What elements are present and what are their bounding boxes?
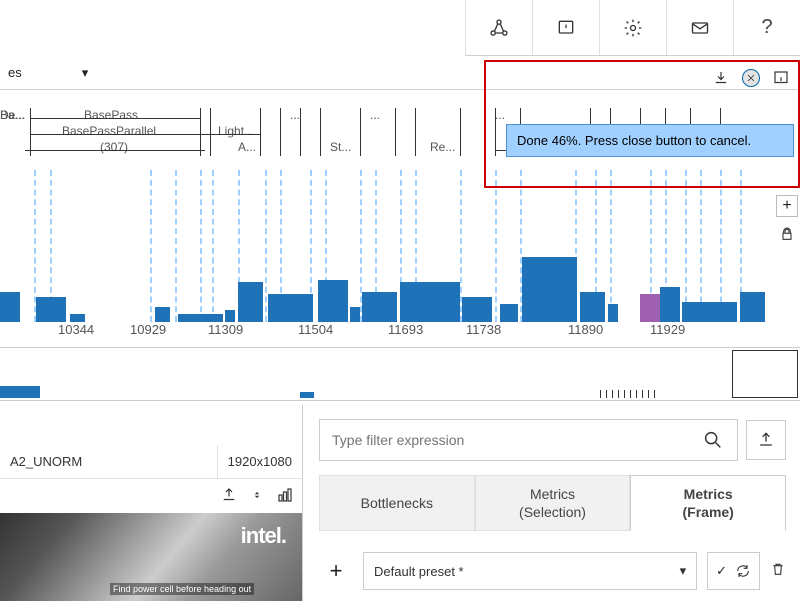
intel-logo: intel. — [241, 523, 286, 549]
help-button[interactable]: ? — [733, 0, 800, 55]
lock-icon — [779, 226, 795, 242]
overview-strip[interactable] — [0, 347, 800, 401]
feedback-button[interactable] — [532, 0, 599, 55]
mail-button[interactable] — [666, 0, 733, 55]
tab-metrics-selection[interactable]: Metrics (Selection) — [475, 475, 631, 531]
axis-tick: 11890 — [568, 322, 603, 337]
graph-tool-button[interactable] — [465, 0, 532, 55]
add-preset-button[interactable]: + — [319, 554, 353, 588]
close-icon — [742, 69, 760, 87]
chevron-down-icon: ▾ — [82, 65, 89, 81]
refresh-icon[interactable] — [735, 563, 751, 579]
preset-label: Default preset * — [374, 564, 464, 579]
axis-tick: 10929 — [130, 322, 166, 337]
resource-panel: A2_UNORM 1920x1080 intel. Find power cel… — [0, 405, 303, 601]
axis-tick: 11693 — [388, 322, 423, 337]
tab-metrics-frame[interactable]: Metrics (Frame) — [630, 475, 786, 531]
axis-tick: 10344 — [58, 322, 94, 337]
format-label: A2_UNORM — [0, 454, 92, 469]
feedback-icon — [556, 18, 576, 38]
preset-select[interactable]: Default preset * ▾ — [363, 552, 697, 590]
confirm-button[interactable]: ✓ — [716, 563, 727, 579]
tab-bottlenecks[interactable]: Bottlenecks — [319, 475, 475, 531]
zoom-in-button[interactable]: + — [776, 195, 798, 217]
dropdown-label: es — [8, 65, 22, 80]
preview-hint: Find power cell before heading out — [110, 583, 254, 595]
collapse-icon[interactable] — [248, 486, 266, 504]
trash-icon — [770, 561, 786, 577]
overview-ruler — [600, 386, 800, 400]
graph-icon — [489, 18, 509, 38]
share-icon — [756, 430, 776, 450]
download-icon — [712, 69, 730, 87]
resolution-label: 1920x1080 — [217, 445, 302, 478]
lower-panels: A2_UNORM 1920x1080 intel. Find power cel… — [0, 405, 800, 601]
metrics-panel: Bottlenecks Metrics (Selection) Metrics … — [303, 405, 800, 601]
timeline-chart[interactable] — [0, 170, 800, 322]
filter-input[interactable] — [319, 419, 738, 461]
preset-ops: ✓ — [707, 552, 760, 590]
resource-icon-row — [212, 480, 302, 510]
lock-button[interactable] — [776, 223, 798, 245]
share-button[interactable] — [746, 420, 786, 460]
zoom-controls: + — [776, 195, 798, 245]
tab-label: Metrics (Frame) — [683, 485, 734, 521]
cancel-button[interactable] — [738, 66, 764, 90]
info-icon — [772, 69, 790, 87]
axis-tick: 11929 — [650, 322, 685, 337]
tab-label: Metrics (Selection) — [519, 485, 586, 521]
info-button[interactable] — [768, 66, 794, 90]
plus-icon: + — [782, 197, 791, 215]
delete-button[interactable] — [770, 561, 786, 581]
axis-tick: 11738 — [466, 322, 501, 337]
chevron-down-icon: ▾ — [680, 563, 687, 579]
search-icon[interactable] — [702, 429, 724, 451]
top-toolbar: ? — [465, 0, 800, 56]
view-dropdown[interactable]: es ▾ — [0, 56, 96, 89]
x-axis: 10344 10929 11309 11504 11693 11738 1189… — [0, 322, 800, 344]
metrics-tabs: Bottlenecks Metrics (Selection) Metrics … — [319, 475, 786, 531]
axis-tick: 11309 — [208, 322, 243, 337]
mail-icon — [690, 18, 710, 38]
settings-button[interactable] — [599, 0, 666, 55]
tab-label: Bottlenecks — [361, 494, 433, 512]
bars-icon[interactable] — [276, 486, 294, 504]
resource-info-row: A2_UNORM 1920x1080 — [0, 445, 302, 479]
plus-icon: + — [330, 558, 343, 584]
view-dropdown-bar: es ▾ — [0, 56, 800, 90]
status-message: Done 46%. Press close button to cancel. — [506, 124, 794, 157]
download-button[interactable] — [708, 66, 734, 90]
capture-toolbar — [708, 66, 794, 90]
preset-row: + Default preset * ▾ ✓ — [319, 551, 786, 591]
axis-tick: 11504 — [298, 322, 333, 337]
export-icon[interactable] — [220, 486, 238, 504]
gear-icon — [623, 18, 643, 38]
help-icon: ? — [761, 16, 772, 39]
